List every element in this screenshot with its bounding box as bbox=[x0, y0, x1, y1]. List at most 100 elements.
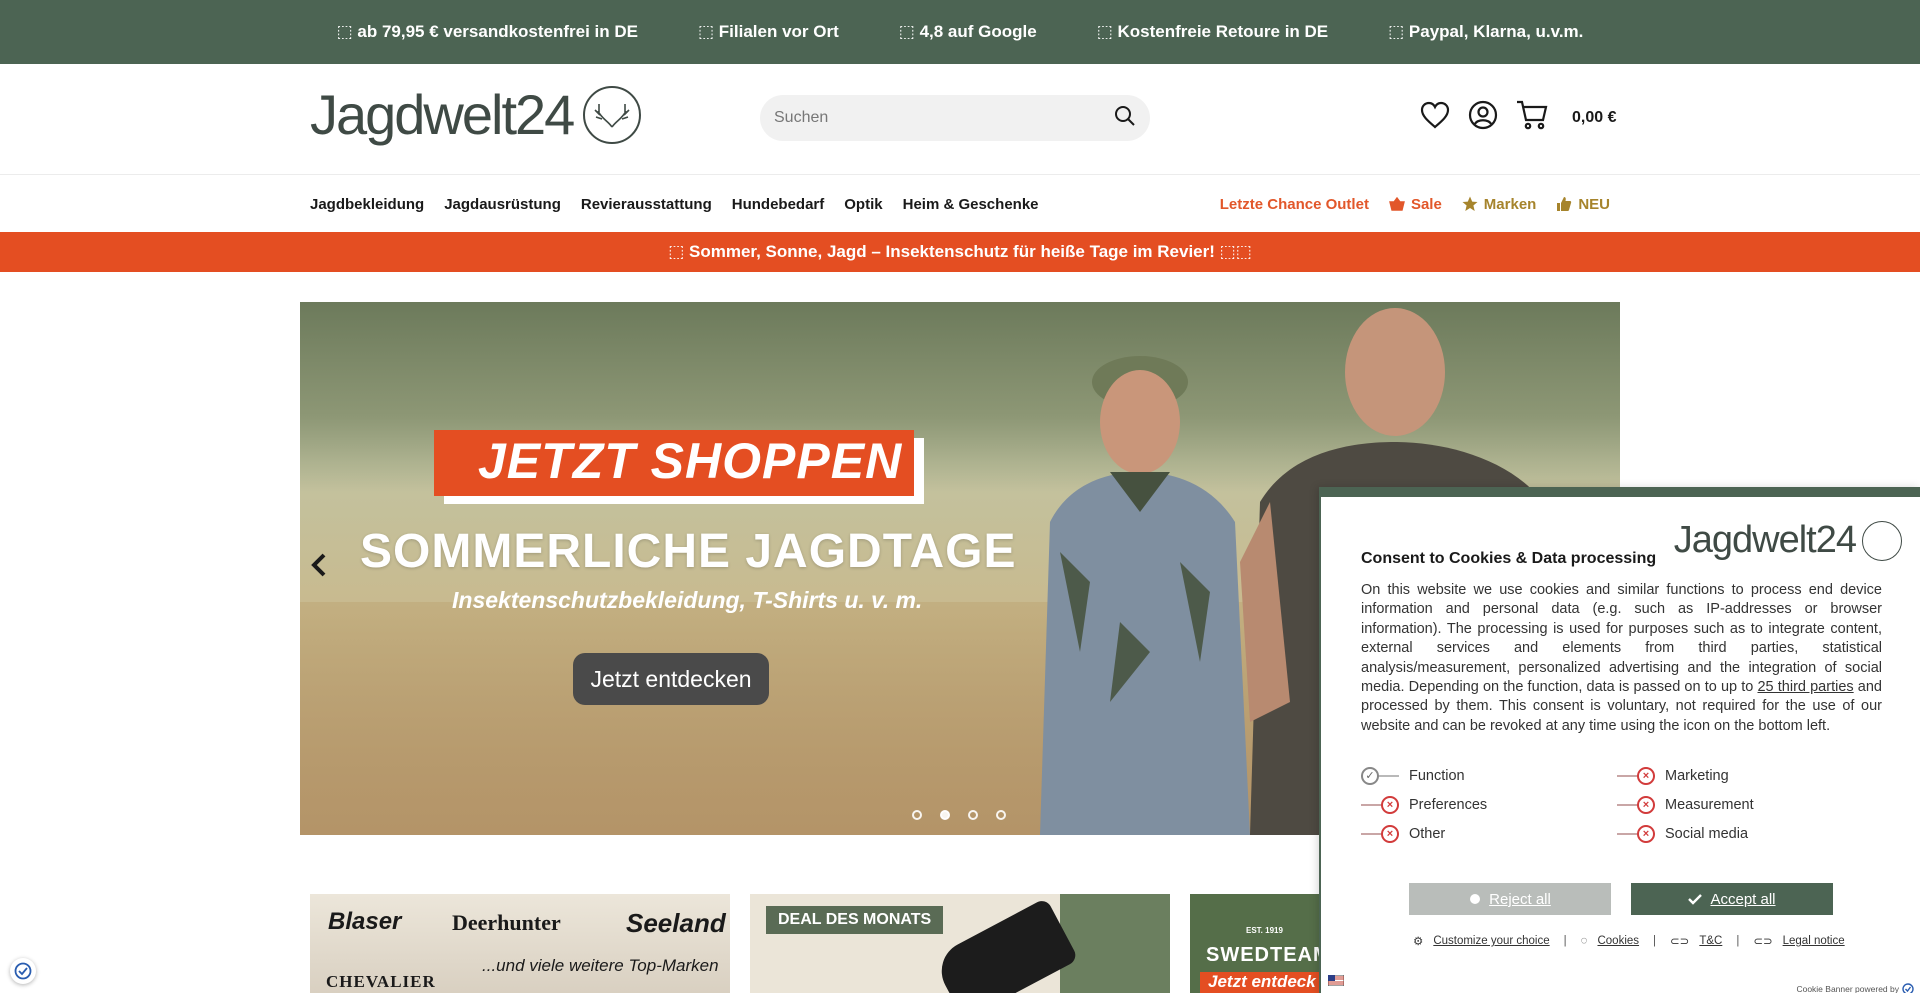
link-separator: | bbox=[1736, 935, 1740, 947]
accept-all-label: Accept all bbox=[1710, 890, 1776, 908]
accept-all-button[interactable]: Accept all bbox=[1631, 883, 1833, 915]
cart-icon[interactable] bbox=[1516, 100, 1548, 135]
shop-now-text: JETZT SHOPPEN bbox=[478, 433, 903, 489]
nav-item-jagdbekleidung[interactable]: Jagdbekleidung bbox=[310, 196, 424, 213]
brand-chevalier: CHEVALIER bbox=[326, 972, 436, 991]
nav-sale-label: Sale bbox=[1410, 195, 1442, 213]
cookie-footer-links: ⚙ Customize your choice | ◌ Cookies | ⊂⊃… bbox=[1413, 934, 1845, 948]
swedteam-logo: SWEDTEAM bbox=[1206, 944, 1331, 966]
basket-icon bbox=[1389, 197, 1405, 211]
deal-tag: DEAL DES MONATS bbox=[766, 906, 944, 934]
product-image-scope bbox=[931, 897, 1079, 993]
deal-background-grass bbox=[1060, 894, 1170, 993]
main-navigation: Jagdbekleidung Jagdausrüstung Revierauss… bbox=[0, 174, 1920, 232]
cookie-title: Consent to Cookies & Data processing bbox=[1361, 550, 1657, 567]
cart-total[interactable]: 0,00 € bbox=[1572, 109, 1616, 127]
usp-bar: ⬚ ab 79,95 € versandkostenfrei in DE ⬚ F… bbox=[0, 0, 1920, 64]
brand-seeland: Seeland bbox=[626, 908, 726, 938]
link-separator: | bbox=[1563, 935, 1567, 947]
hero-subtitle: Insektenschutzbekleidung, T-Shirts u. v.… bbox=[452, 587, 923, 613]
toggle-label: Other bbox=[1409, 826, 1446, 842]
site-header: Jagdwelt24 0,00 € bbox=[0, 64, 1920, 174]
promo-menu: Letzte Chance Outlet Sale Marken NEU bbox=[1220, 175, 1610, 233]
gear-icon: ⚙ bbox=[1413, 936, 1424, 948]
toggle-measurement[interactable]: × Measurement bbox=[1617, 796, 1873, 814]
reject-icon bbox=[1470, 894, 1481, 904]
link-icon: ⊂⊃ bbox=[1670, 936, 1690, 948]
discover-button[interactable]: Jetzt entdecken bbox=[573, 653, 769, 705]
customize-link[interactable]: Customize your choice bbox=[1433, 935, 1549, 947]
cookie-icon: ◌ bbox=[1580, 935, 1588, 947]
brand-deerhunter: Deerhunter bbox=[452, 910, 561, 935]
legal-notice-link[interactable]: Legal notice bbox=[1783, 935, 1845, 947]
brands-tile[interactable]: Blaser Deerhunter Seeland CHEVALIER ...u… bbox=[310, 894, 730, 993]
promo-banner[interactable]: ⬚ Sommer, Sonne, Jagd – Insektenschutz f… bbox=[0, 232, 1920, 272]
toggle-label: Preferences bbox=[1409, 797, 1488, 813]
header-actions: 0,00 € bbox=[1420, 100, 1616, 135]
powered-by-text: Cookie Banner powered by bbox=[1796, 984, 1899, 993]
toggle-function[interactable]: ✓ Function bbox=[1361, 767, 1617, 785]
star-icon bbox=[1462, 196, 1478, 211]
nav-item-brands[interactable]: Marken bbox=[1462, 195, 1537, 213]
cookie-description: On this website we use cookies and simil… bbox=[1361, 581, 1882, 736]
toggle-switch[interactable]: ✓ bbox=[1361, 767, 1399, 785]
nav-item-hundebedarf[interactable]: Hundebedarf bbox=[732, 196, 825, 213]
toggle-preferences[interactable]: × Preferences bbox=[1361, 796, 1617, 814]
toggle-label: Measurement bbox=[1665, 797, 1754, 813]
nav-item-outlet[interactable]: Letzte Chance Outlet bbox=[1220, 196, 1369, 213]
category-menu: Jagdbekleidung Jagdausrüstung Revierauss… bbox=[310, 175, 1039, 233]
slider-dot-3[interactable] bbox=[968, 810, 978, 820]
site-logo[interactable]: Jagdwelt24 bbox=[310, 82, 642, 147]
antler-logo-icon bbox=[1862, 520, 1902, 561]
link-separator: | bbox=[1653, 935, 1657, 947]
nav-item-new[interactable]: NEU bbox=[1556, 196, 1610, 213]
account-icon[interactable] bbox=[1468, 100, 1498, 135]
cookie-settings-icon[interactable] bbox=[10, 958, 36, 984]
slider-prev-icon[interactable] bbox=[310, 552, 328, 586]
swedteam-est: EST. 1919 bbox=[1246, 926, 1283, 935]
usp-google-rating: ⬚ 4,8 auf Google bbox=[898, 22, 1037, 41]
toggle-other[interactable]: × Other bbox=[1361, 825, 1617, 843]
slider-dots bbox=[912, 810, 1006, 820]
nav-item-jagdausruestung[interactable]: Jagdausrüstung bbox=[444, 196, 561, 213]
search-input[interactable] bbox=[774, 109, 1114, 127]
brand-blaser: Blaser bbox=[328, 908, 402, 935]
nav-item-optik[interactable]: Optik bbox=[844, 196, 882, 213]
nav-item-sale[interactable]: Sale bbox=[1389, 196, 1442, 213]
reject-all-button[interactable]: Reject all bbox=[1409, 883, 1611, 915]
language-flag-icon[interactable] bbox=[1327, 974, 1345, 989]
usp-payment: ⬚ Paypal, Klarna, u.v.m. bbox=[1388, 22, 1584, 41]
cookie-consent-dialog: Jagdwelt24 Consent to Cookies & Data pro… bbox=[1319, 487, 1920, 993]
search-icon[interactable] bbox=[1114, 105, 1136, 132]
slider-dot-1[interactable] bbox=[912, 810, 922, 820]
checkmark-icon bbox=[1688, 894, 1703, 905]
slider-dot-4[interactable] bbox=[996, 810, 1006, 820]
search-bar bbox=[760, 95, 1150, 141]
thumbs-up-icon bbox=[1557, 197, 1572, 211]
toggle-switch[interactable]: × bbox=[1617, 767, 1655, 785]
toggle-label: Function bbox=[1409, 768, 1465, 784]
toggle-marketing[interactable]: × Marketing bbox=[1617, 767, 1873, 785]
toggle-switch[interactable]: × bbox=[1617, 825, 1655, 843]
toggle-switch[interactable]: × bbox=[1617, 796, 1655, 814]
slider-dot-2[interactable] bbox=[940, 810, 950, 820]
nav-item-heim-geschenke[interactable]: Heim & Geschenke bbox=[903, 196, 1039, 213]
toggle-label: Marketing bbox=[1665, 768, 1729, 784]
toggle-switch[interactable]: × bbox=[1361, 825, 1399, 843]
tc-link[interactable]: T&C bbox=[1699, 935, 1722, 947]
toggle-switch[interactable]: × bbox=[1361, 796, 1399, 814]
nav-new-label: NEU bbox=[1578, 195, 1610, 213]
heart-icon[interactable] bbox=[1420, 101, 1450, 134]
cookies-link[interactable]: Cookies bbox=[1597, 935, 1639, 947]
third-parties-link[interactable]: 25 third parties bbox=[1757, 679, 1853, 695]
logo-wordmark: Jagdwelt24 bbox=[310, 83, 575, 146]
usp-free-shipping: ⬚ ab 79,95 € versandkostenfrei in DE bbox=[336, 22, 639, 41]
nav-item-revierausstattung[interactable]: Revierausstattung bbox=[581, 196, 712, 213]
deal-of-month-tile[interactable]: DEAL DES MONATS bbox=[750, 894, 1170, 993]
provider-logo-icon[interactable] bbox=[1902, 983, 1914, 993]
toggle-social-media[interactable]: × Social media bbox=[1617, 825, 1873, 843]
antler-logo-icon bbox=[583, 85, 642, 144]
nav-brands-label: Marken bbox=[1483, 195, 1537, 213]
cookie-logo: Jagdwelt24 bbox=[1674, 519, 1902, 562]
powered-by: Cookie Banner powered by bbox=[1796, 983, 1914, 993]
